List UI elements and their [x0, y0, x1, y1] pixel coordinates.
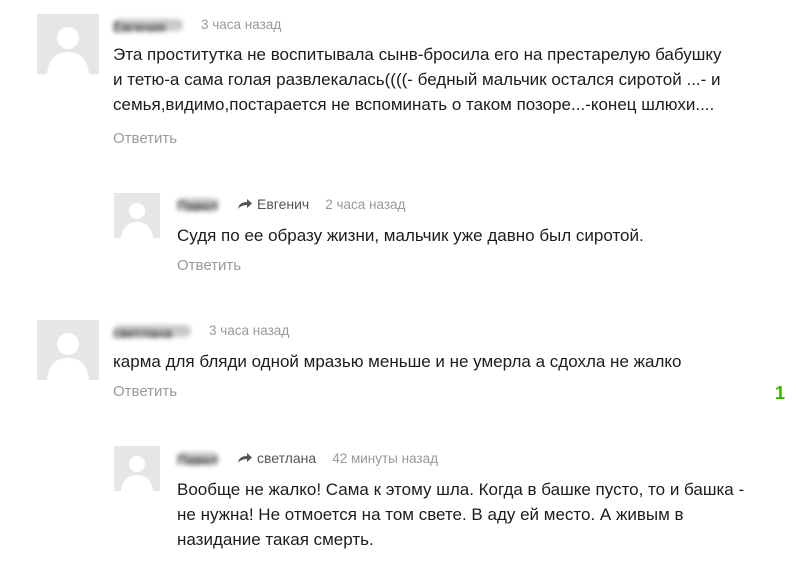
comment-time: 3 часа назад: [209, 323, 290, 338]
reply-to-name: светлана: [257, 450, 317, 466]
user-silhouette-icon: [37, 14, 99, 74]
reply-button[interactable]: Ответить: [113, 130, 177, 147]
author-name[interactable]: Павел: [177, 198, 219, 214]
avatar[interactable]: [114, 446, 160, 491]
avatar[interactable]: [37, 14, 99, 74]
author-name[interactable]: светлана: [113, 324, 191, 341]
comment-text: Эта проститутка не воспитывала сынв-брос…: [113, 42, 722, 117]
user-silhouette-icon: [37, 320, 99, 380]
comment-text-line: назидание такая смерть.: [177, 530, 374, 549]
comment-text: карма для бляди одной мразью меньше и не…: [113, 349, 681, 374]
author-name[interactable]: Павел: [177, 452, 219, 468]
reply-button[interactable]: Ответить: [113, 383, 177, 400]
reply-to-name: Евгенич: [257, 196, 310, 212]
comment-text: Судя по ее образу жизни, мальчик уже дав…: [177, 223, 644, 248]
reply-to[interactable]: Евгенич: [237, 196, 309, 212]
comment-time: 3 часа назад: [201, 17, 282, 32]
reply-arrow-icon: [238, 199, 252, 209]
comment-text-line: семья,видимо,постарается не вспоминать о…: [113, 95, 715, 114]
comment-text-line: и тетю-а сама голая развлекалась((((- бе…: [113, 70, 721, 89]
comment-text-line: Вообще не жалко! Сама к этому шла. Когда…: [177, 480, 745, 499]
avatar[interactable]: [37, 320, 99, 380]
comment-text: Вообще не жалко! Сама к этому шла. Когда…: [177, 477, 744, 552]
comment-text-line: Эта проститутка не воспитывала сынв-брос…: [113, 45, 722, 64]
comment-text-line: карма для бляди одной мразью меньше и не…: [113, 352, 682, 371]
avatar[interactable]: [114, 193, 160, 238]
comment-text-line: не нужна! Не отмоется на том свете. В ад…: [177, 505, 684, 524]
user-silhouette-icon: [114, 446, 160, 491]
comment-text-line: Судя по ее образу жизни, мальчик уже дав…: [177, 226, 644, 245]
reply-button[interactable]: Ответить: [177, 257, 241, 274]
comment-time: 42 минуты назад: [332, 450, 439, 466]
reply-to[interactable]: светлана: [237, 450, 316, 466]
likes-count[interactable]: 1: [775, 383, 785, 404]
reply-arrow-icon: [238, 453, 252, 463]
author-name[interactable]: Евгения: [113, 18, 183, 35]
comment-time: 2 часа назад: [325, 196, 406, 212]
user-silhouette-icon: [114, 193, 160, 238]
